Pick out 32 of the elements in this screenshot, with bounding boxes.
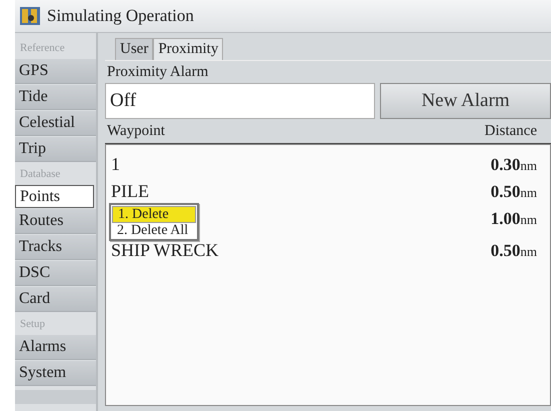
menu-item[interactable]: 2. Delete All [112, 223, 196, 238]
sidebar-item[interactable]: Points [15, 185, 94, 208]
new-alarm-button[interactable]: New Alarm [380, 83, 551, 119]
sidebar-item[interactable]: Alarms [15, 335, 96, 360]
distance-value: 0.50nm [490, 240, 537, 260]
menu-item[interactable]: 1. Delete [112, 206, 196, 223]
sidebar-item[interactable]: DSC [15, 261, 96, 286]
tab[interactable]: Proximity [153, 38, 224, 60]
sidebar-section-header: Reference [19, 41, 66, 56]
sidebar-item[interactable]: Celestial [15, 111, 96, 136]
distance-value: 0.30nm [490, 154, 537, 174]
column-header: Distance [484, 123, 537, 140]
sidebar-section-header: Setup [19, 317, 46, 332]
sidebar-item[interactable]: GPS [15, 59, 96, 84]
waypoint-name[interactable]: 1 [111, 154, 120, 175]
app-icon [19, 5, 41, 27]
proximity-alarm-field[interactable]: Off [105, 83, 375, 119]
sidebar-section-header: Database [19, 167, 62, 182]
column-header: Waypoint [107, 123, 165, 140]
sidebar-item[interactable]: Tracks [15, 235, 96, 260]
sidebar-item[interactable]: Routes [15, 209, 96, 234]
sidebar-item[interactable]: Trip [15, 137, 96, 162]
sidebar-item[interactable]: Tide [15, 85, 96, 110]
sidebar-item[interactable]: System [15, 361, 96, 386]
waypoint-name[interactable]: PILE [111, 181, 149, 202]
window-title: Simulating Operation [47, 6, 194, 26]
sidebar-item[interactable]: Card [15, 287, 96, 312]
waypoint-name[interactable]: SHIP WRECK [111, 240, 219, 261]
distance-value: 1.00nm [490, 208, 537, 228]
tab[interactable]: User [115, 38, 154, 60]
distance-value: 0.50nm [490, 182, 537, 202]
field-label: Proximity Alarm [106, 63, 210, 82]
